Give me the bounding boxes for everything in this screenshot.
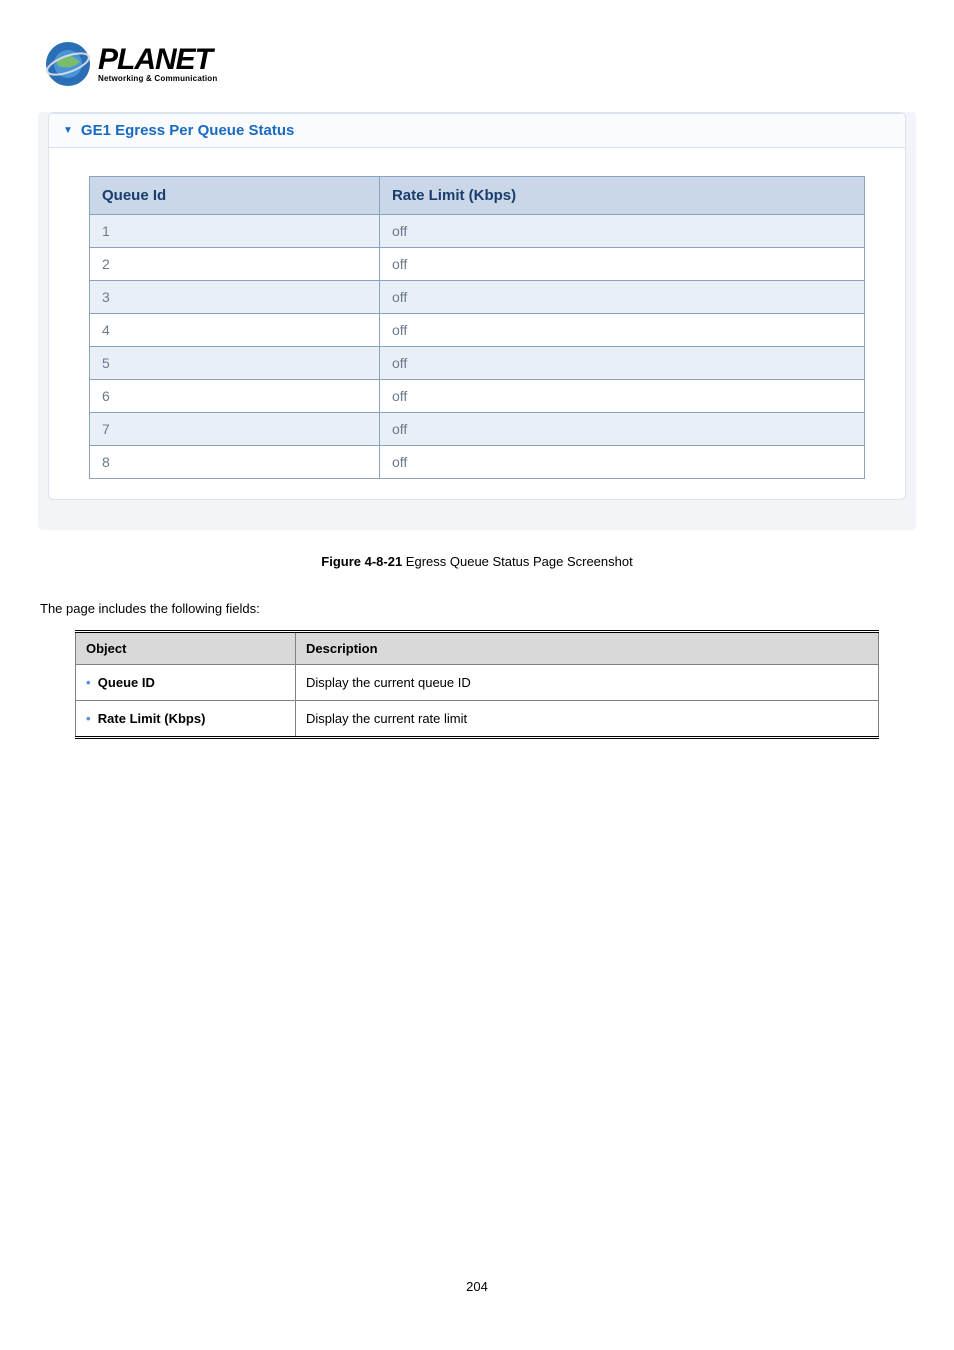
description-cell: Display the current rate limit	[296, 701, 879, 738]
table-row: 5 off	[90, 347, 865, 380]
rate-limit-cell: off	[379, 281, 864, 314]
figure-caption: Figure 4-8-21 Egress Queue Status Page S…	[20, 554, 934, 569]
bullet-icon: •	[86, 711, 91, 726]
rate-limit-cell: off	[379, 314, 864, 347]
object-cell: • Rate Limit (Kbps)	[76, 701, 296, 738]
col-header-queue-id: Queue Id	[90, 177, 380, 215]
rate-limit-cell: off	[379, 380, 864, 413]
queue-id-cell: 3	[90, 281, 380, 314]
object-cell: • Queue ID	[76, 665, 296, 701]
figure-label: Figure 4-8-21	[321, 554, 402, 569]
rate-limit-cell: off	[379, 347, 864, 380]
rate-limit-cell: off	[379, 215, 864, 248]
rate-limit-cell: off	[379, 446, 864, 479]
page-number: 204	[20, 1279, 934, 1294]
brand-logo: PLANET Networking & Communication	[44, 40, 934, 88]
queue-id-cell: 6	[90, 380, 380, 413]
queue-id-cell: 2	[90, 248, 380, 281]
queue-id-cell: 5	[90, 347, 380, 380]
description-cell: Display the current queue ID	[296, 665, 879, 701]
table-row: 4 off	[90, 314, 865, 347]
queue-id-cell: 1	[90, 215, 380, 248]
brand-text: PLANET Networking & Communication	[98, 45, 217, 83]
bullet-icon: •	[86, 675, 91, 690]
status-panel: ▼ GE1 Egress Per Queue Status Queue Id R…	[48, 112, 906, 500]
table-row: 7 off	[90, 413, 865, 446]
fields-intro: The page includes the following fields:	[40, 601, 914, 616]
col-header-rate-limit: Rate Limit (Kbps)	[379, 177, 864, 215]
table-row: 2 off	[90, 248, 865, 281]
caret-down-icon: ▼	[63, 125, 73, 136]
queue-status-table: Queue Id Rate Limit (Kbps) 1 off 2 off 3	[89, 176, 865, 479]
brand-name: PLANET	[98, 45, 217, 75]
table-row: 3 off	[90, 281, 865, 314]
rate-limit-cell: off	[379, 413, 864, 446]
screenshot-region: ▼ GE1 Egress Per Queue Status Queue Id R…	[38, 112, 916, 530]
col-header-description: Description	[296, 632, 879, 665]
rate-limit-cell: off	[379, 248, 864, 281]
queue-id-cell: 4	[90, 314, 380, 347]
fields-table: Object Description • Queue ID Display th…	[75, 630, 879, 739]
queue-id-cell: 7	[90, 413, 380, 446]
table-row: 1 off	[90, 215, 865, 248]
col-header-object: Object	[76, 632, 296, 665]
queue-id-cell: 8	[90, 446, 380, 479]
object-name: Rate Limit (Kbps)	[98, 711, 206, 726]
object-name: Queue ID	[98, 675, 155, 690]
table-row: • Queue ID Display the current queue ID	[76, 665, 879, 701]
table-row: • Rate Limit (Kbps) Display the current …	[76, 701, 879, 738]
brand-tagline: Networking & Communication	[98, 75, 217, 83]
planet-globe-icon	[44, 40, 92, 88]
table-row: 8 off	[90, 446, 865, 479]
panel-body: Queue Id Rate Limit (Kbps) 1 off 2 off 3	[49, 148, 905, 499]
table-row: 6 off	[90, 380, 865, 413]
figure-text: Egress Queue Status Page Screenshot	[402, 554, 633, 569]
panel-title: GE1 Egress Per Queue Status	[81, 122, 294, 139]
panel-header[interactable]: ▼ GE1 Egress Per Queue Status	[49, 113, 905, 148]
